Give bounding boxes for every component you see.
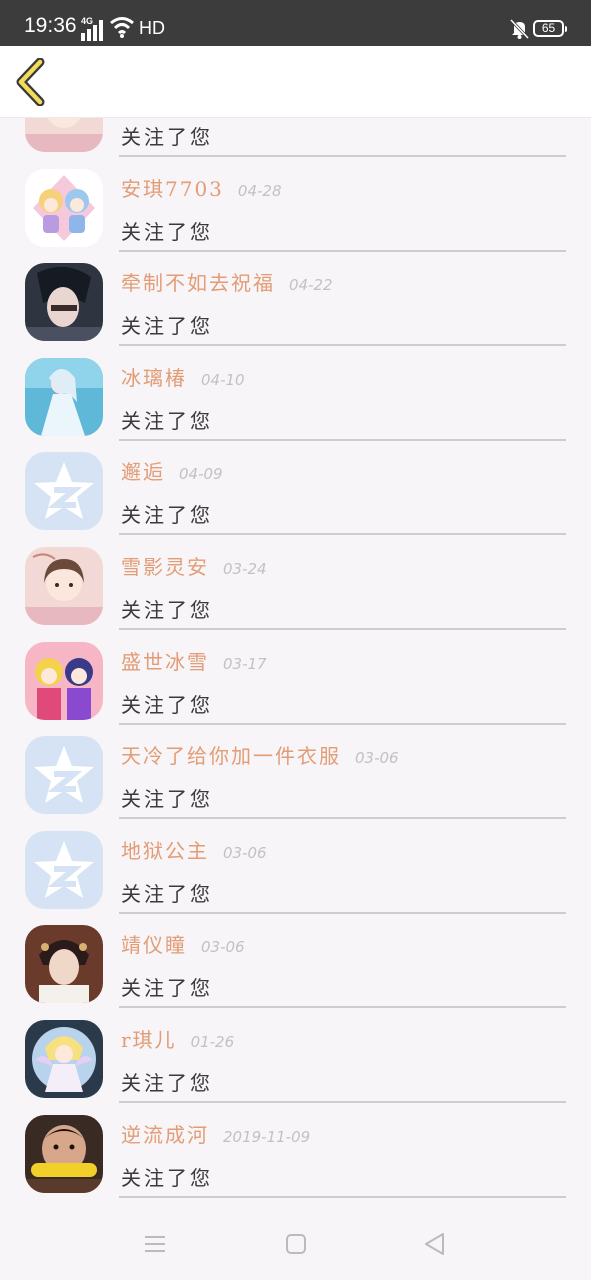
divider [119, 1195, 566, 1198]
action-text: 关注了您 [121, 219, 213, 244]
notification-item[interactable]: 靖仪瞳 03-06 关注了您 [0, 913, 591, 1009]
avatar[interactable] [25, 830, 103, 909]
notification-item[interactable]: 冰璃椿 04-10 关注了您 [0, 346, 591, 441]
follow-date: 04-10 [201, 370, 245, 389]
status-time: 19:36 [24, 14, 77, 37]
nickname-line: 雪影灵安 03-24 [121, 551, 267, 579]
nickname-line: r琪儿 01-26 [121, 1024, 234, 1052]
nickname[interactable]: 盛世冰雪 [121, 650, 209, 674]
notification-item[interactable]: 邂逅 04-09 关注了您 [0, 440, 591, 536]
notification-item[interactable]: r琪儿 01-26 关注了您 [0, 1008, 591, 1103]
notification-item[interactable]: 安琪7703 04-28 关注了您 [0, 157, 591, 252]
avatar[interactable] [25, 452, 103, 531]
action-text: 关注了您 [121, 503, 213, 528]
follow-date: 03-06 [355, 749, 399, 768]
nickname-line: 邂逅 04-09 [121, 456, 223, 484]
nickname-line: 安琪7703 04-28 [121, 173, 282, 201]
avatar[interactable] [25, 547, 103, 625]
hd-label: HD [139, 18, 165, 38]
follow-date: 04-28 [237, 181, 282, 200]
follow-date: 03-06 [223, 843, 267, 862]
follow-date: 03-17 [223, 654, 267, 673]
action-text: 关注了您 [121, 408, 213, 433]
notification-item[interactable]: 盛世冰雪 03-17 关注了您 [0, 630, 591, 725]
nickname[interactable]: 天冷了给你加一件衣服 [121, 744, 341, 768]
action-text: 关注了您 [121, 787, 213, 812]
action-text: 关注了您 [121, 598, 213, 622]
notification-item[interactable]: 关注了您 [0, 117, 591, 157]
notification-item[interactable]: 牵制不如去祝福 04-22 关注了您 [0, 251, 591, 347]
nickname[interactable]: 冰璃椿 [121, 366, 187, 390]
nickname-line: 牵制不如去祝福 04-22 [121, 267, 333, 295]
avatar[interactable] [25, 736, 103, 815]
back-triangle-icon[interactable] [422, 1231, 448, 1257]
action-text: 关注了您 [121, 976, 213, 1001]
nickname[interactable]: 靖仪瞳 [121, 933, 187, 957]
action-text: 关注了您 [121, 125, 213, 149]
nickname[interactable]: r琪儿 [121, 1028, 177, 1052]
nickname[interactable]: 安琪7703 [121, 177, 224, 201]
wifi-icon [110, 17, 134, 38]
follow-date: 03-24 [223, 560, 267, 578]
follow-date: 04-09 [179, 465, 223, 484]
notification-item[interactable]: 雪影灵安 03-24 关注了您 [0, 535, 591, 630]
follow-date: 03-06 [201, 938, 245, 957]
follow-date: 04-22 [289, 276, 333, 295]
avatar[interactable] [25, 641, 103, 720]
follow-date: 2019-11-09 [223, 1127, 311, 1146]
notification-item[interactable]: 地狱公主 03-06 关注了您 [0, 819, 591, 914]
avatar[interactable] [25, 1020, 103, 1098]
nickname[interactable]: 邂逅 [121, 460, 165, 484]
signal-icon [81, 20, 103, 41]
action-text: 关注了您 [121, 1165, 213, 1190]
system-navigation-bar [0, 1207, 591, 1280]
nickname[interactable]: 地狱公主 [121, 839, 209, 863]
notification-item[interactable]: 逆流成河 2019-11-09 关注了您 [0, 1103, 591, 1198]
avatar[interactable] [25, 925, 103, 1004]
action-text: 关注了您 [121, 1071, 213, 1095]
action-text: 关注了您 [121, 692, 213, 717]
nickname-line: 天冷了给你加一件衣服 03-06 [121, 740, 399, 768]
nickname-line: 逆流成河 2019-11-09 [121, 1119, 310, 1147]
avatar[interactable] [25, 357, 103, 436]
status-bar: 19:36 4G HD 65 [0, 0, 591, 46]
menu-icon[interactable] [142, 1231, 168, 1257]
nickname[interactable]: 雪影灵安 [121, 555, 209, 579]
chevron-left-icon[interactable] [12, 58, 52, 106]
home-icon[interactable] [283, 1231, 309, 1257]
follower-notification-list[interactable]: 关注了您 安琪7703 04-28 关注了您 牵制不如去祝福 04-22 关注了您 冰璃… [0, 117, 591, 1207]
nickname-line: 盛世冰雪 03-17 [121, 646, 267, 674]
notification-item[interactable]: 天冷了给你加一件衣服 03-06 关注了您 [0, 724, 591, 820]
nickname[interactable]: 牵制不如去祝福 [121, 271, 275, 295]
action-text: 关注了您 [121, 881, 213, 906]
avatar[interactable] [25, 263, 103, 342]
follow-date: 01-26 [190, 1033, 235, 1051]
avatar[interactable] [25, 117, 103, 152]
nickname-line: 地狱公主 03-06 [121, 835, 267, 863]
nickname[interactable]: 逆流成河 [121, 1123, 209, 1147]
top-nav-bar [0, 46, 591, 118]
avatar[interactable] [25, 1114, 103, 1193]
nickname-line: 靖仪瞳 03-06 [121, 929, 245, 957]
mute-icon [510, 19, 529, 39]
avatar[interactable] [25, 168, 103, 247]
action-text: 关注了您 [121, 314, 213, 339]
battery-icon: 65 [533, 20, 567, 37]
nickname-line: 冰璃椿 04-10 [121, 362, 245, 390]
